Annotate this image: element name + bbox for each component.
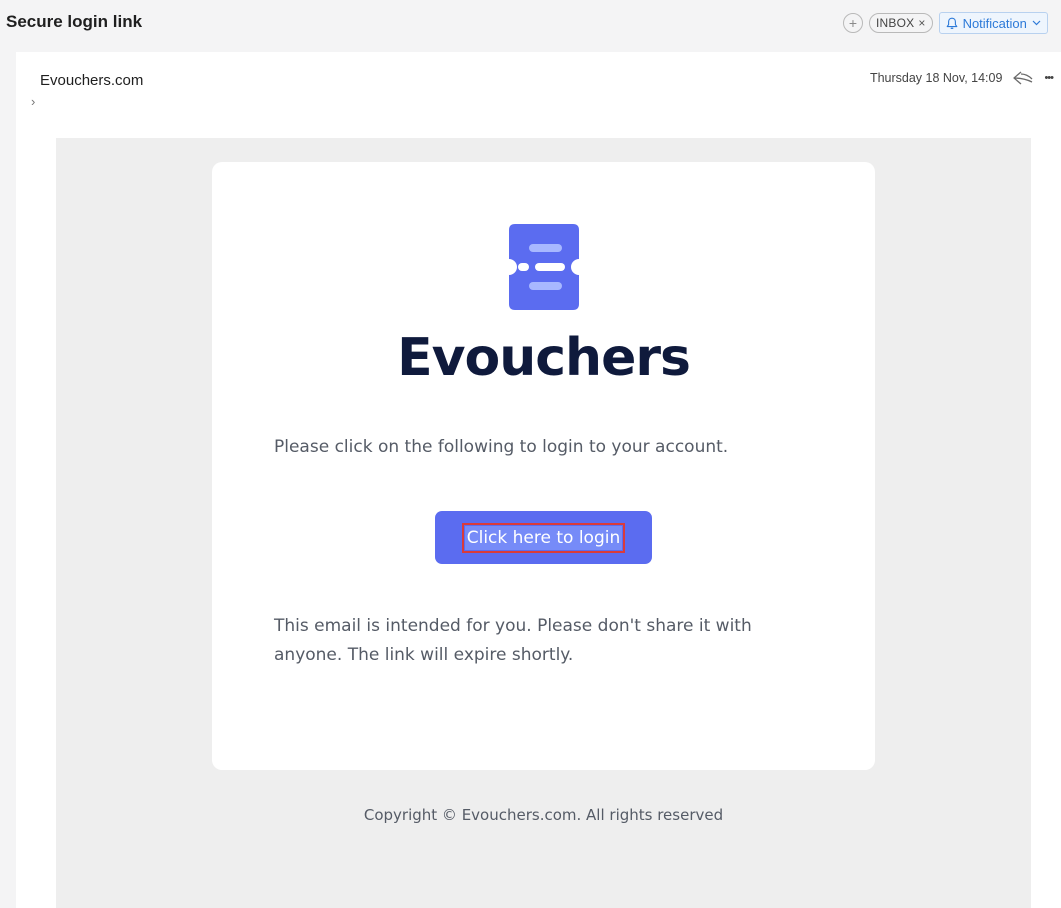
login-button[interactable]: Click here to login [435,511,652,564]
sender-name[interactable]: Evouchers.com [40,72,143,89]
email-subject: Secure login link [6,12,143,31]
more-icon[interactable]: ••• [1044,72,1054,84]
notice-text: This email is intended for you. Please d… [274,612,814,670]
chevron-right-icon[interactable]: › [31,94,35,109]
notice-line-1: This email is intended for you. Please d… [274,616,752,636]
brand-wordmark: Evouchers [397,328,691,388]
message-date: Thursday 18 Nov, 14:09 [869,71,1003,85]
copyright-text: Copyright © Evouchers.com. All rights re… [363,806,724,824]
inbox-tag-label: INBOX [876,16,915,30]
close-icon[interactable]: × [918,16,925,30]
plus-icon: + [848,15,858,31]
chevron-down-icon [1032,20,1041,26]
tag-area: + INBOX × Notification [843,12,1048,34]
login-button-label[interactable]: Click here to login [461,522,626,553]
intro-text: Please click on the following to login t… [274,437,729,457]
notification-button[interactable]: Notification [938,12,1048,34]
email-body: Evouchers Please click on the following … [56,138,1031,908]
inbox-tag[interactable]: INBOX × [869,13,933,33]
add-tag-button[interactable]: + [843,13,863,33]
reply-icon[interactable] [1012,70,1034,86]
evouchers-logo-icon [509,224,579,315]
message-pane: Evouchers.com › Thursday 18 Nov, 14:09 •… [16,52,1061,908]
notice-line-2: anyone. The link will expire shortly. [274,645,574,665]
message-header-bar: Secure login link + INBOX × Notification [0,0,1061,48]
email-card: Evouchers Please click on the following … [212,162,875,770]
notification-label: Notification [962,15,1027,31]
message-meta: Thursday 18 Nov, 14:09 ••• [869,70,1054,86]
bell-icon [946,17,958,30]
